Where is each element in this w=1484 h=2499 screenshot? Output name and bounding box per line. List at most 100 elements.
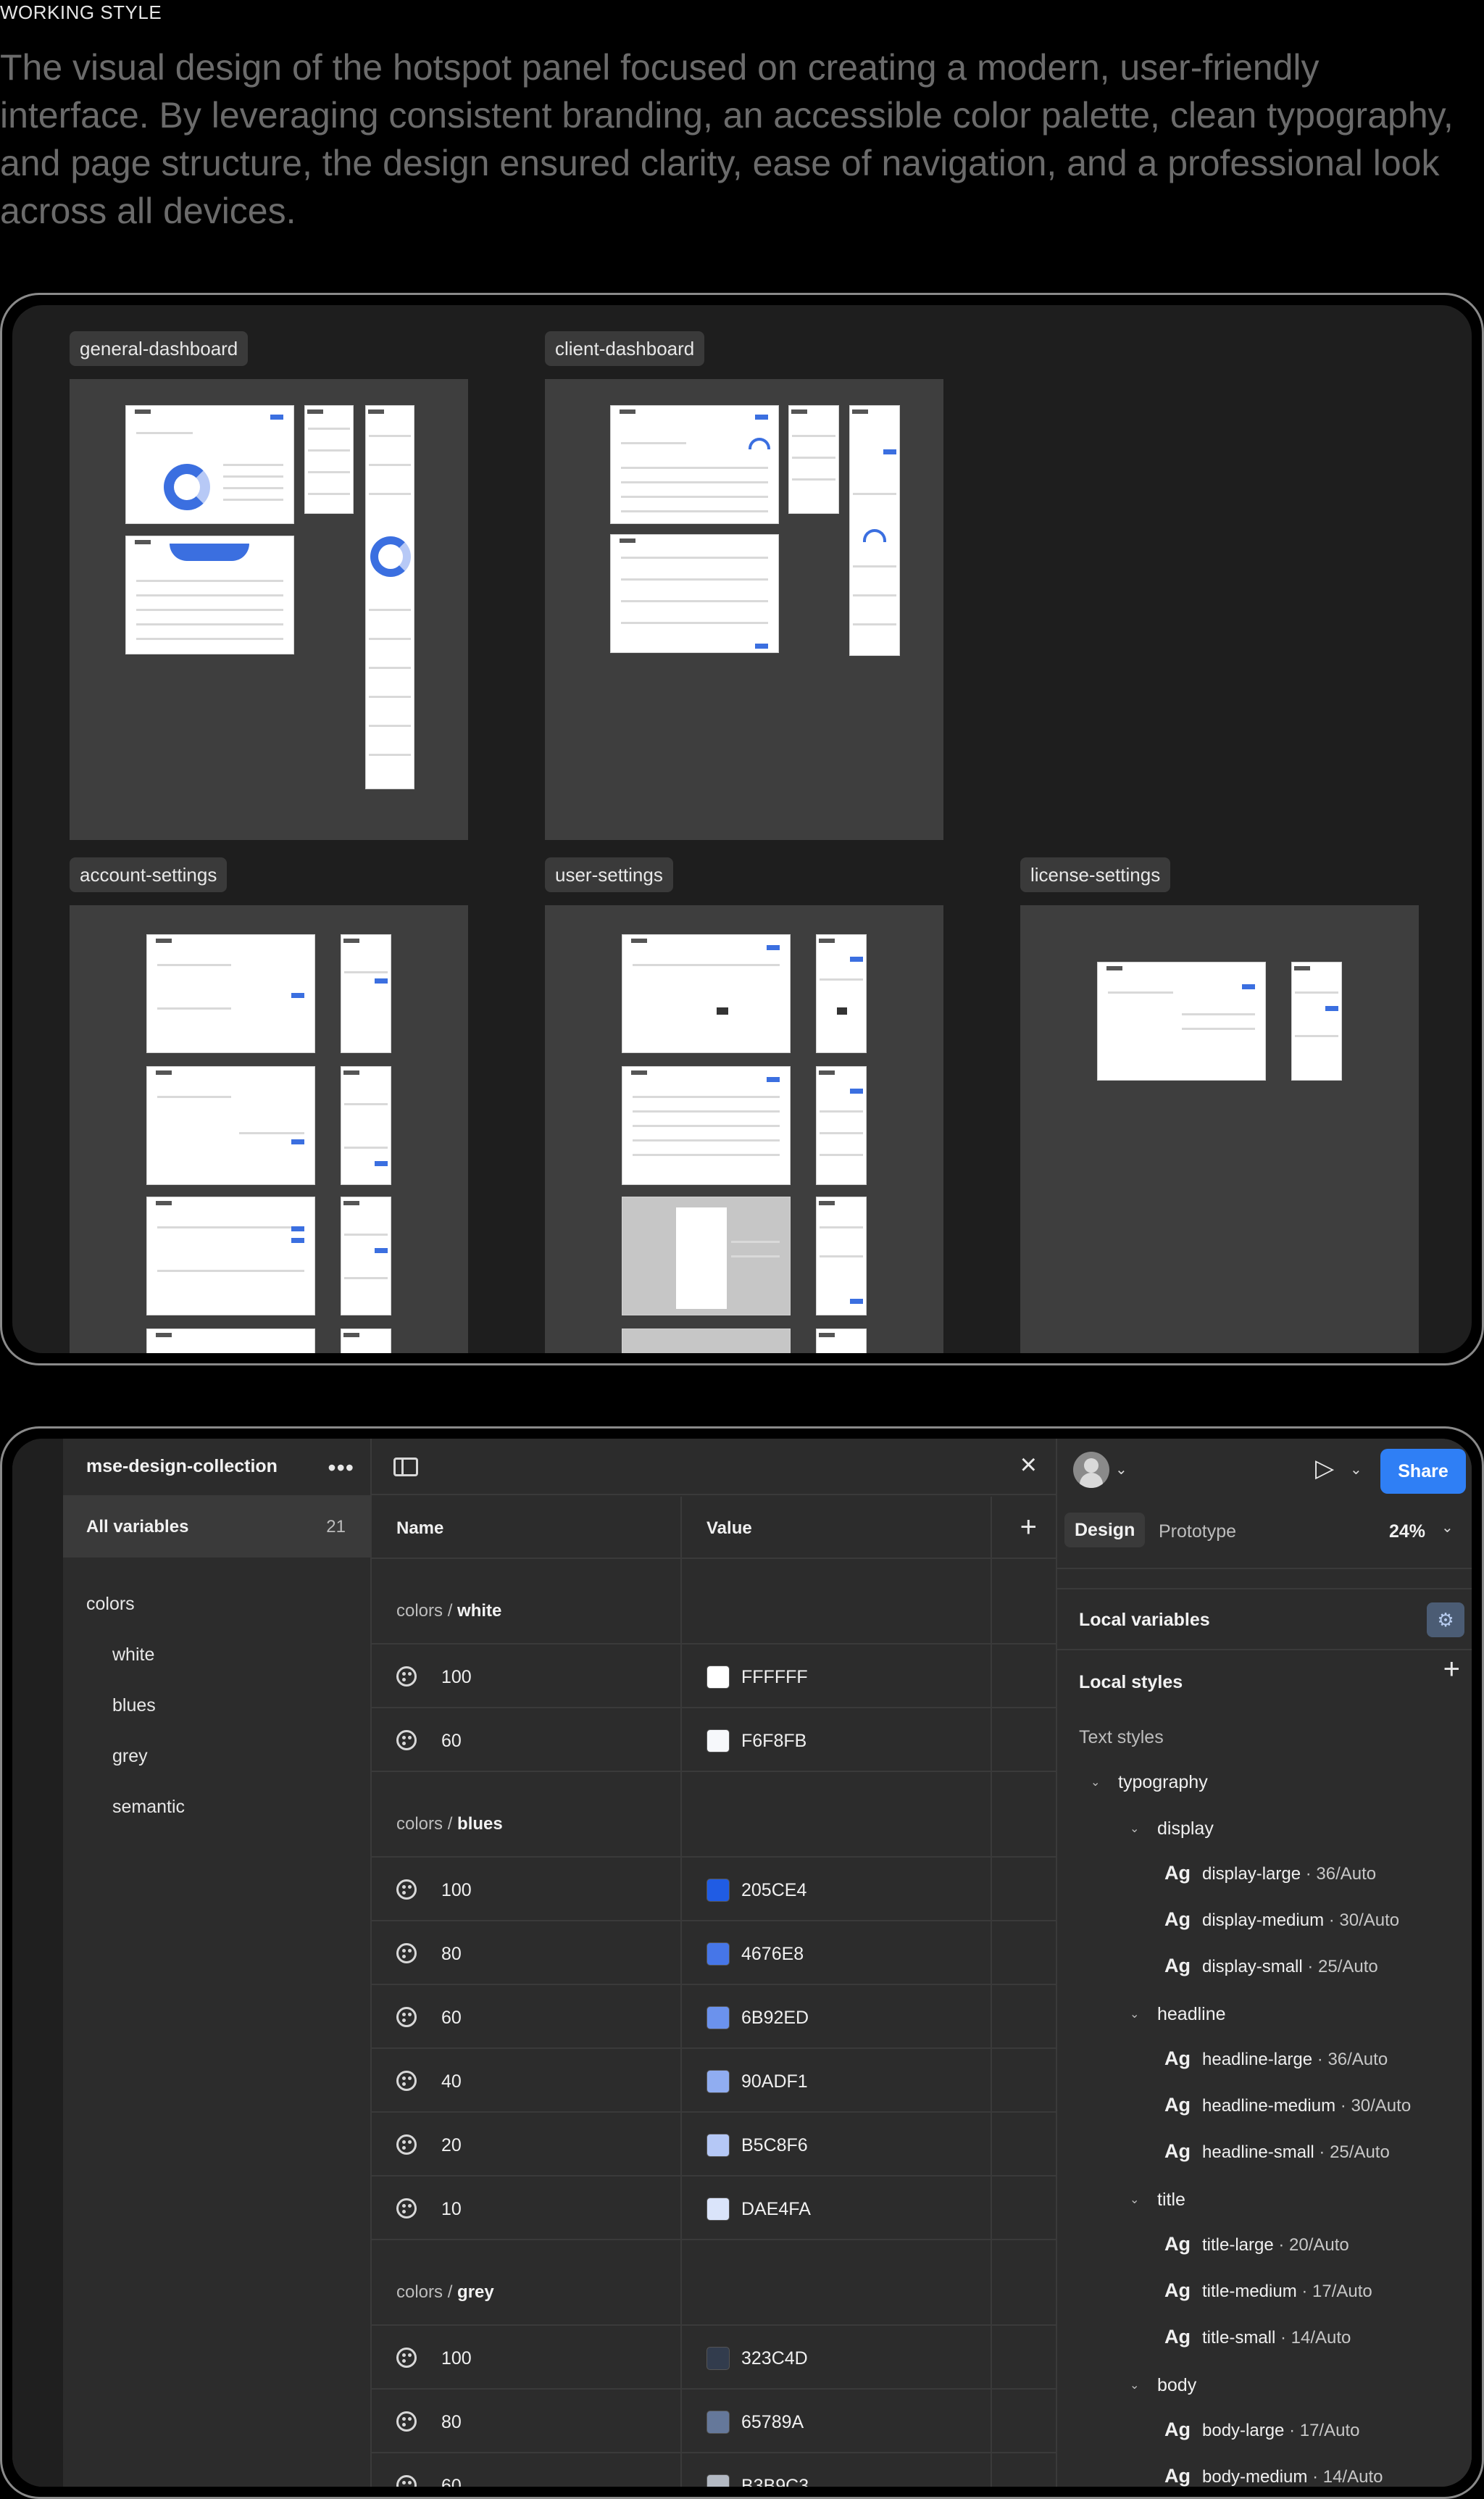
color-swatch[interactable] (706, 2070, 730, 2093)
color-swatch[interactable] (706, 1942, 730, 1966)
color-swatch[interactable] (706, 1879, 730, 1902)
screen-thumbnail[interactable] (622, 934, 791, 1053)
tree-item-blues[interactable]: blues (112, 1695, 156, 1716)
color-swatch[interactable] (706, 2006, 730, 2029)
screen-thumbnail[interactable] (1097, 962, 1266, 1081)
variable-row[interactable]: 60 6B92ED (372, 1985, 1056, 2049)
variable-row[interactable]: 100 205CE4 (372, 1858, 1056, 1921)
section-label-user-settings[interactable]: user-settings (545, 857, 673, 892)
chevron-down-icon[interactable]: ⌄ (1350, 1460, 1362, 1479)
collection-name[interactable]: mse-design-collection (86, 1456, 278, 1477)
text-style-item[interactable]: Ag body-large · 17/Auto (1164, 2419, 1359, 2441)
design-canvas[interactable]: general-dashboard client-dashboard accou… (12, 305, 1472, 1353)
variable-row[interactable]: 10 DAE4FA (372, 2176, 1056, 2240)
variable-name[interactable]: 40 (441, 2071, 462, 2092)
variable-value[interactable]: B3B9C3 (741, 2476, 809, 2487)
variable-value[interactable]: B5C8F6 (741, 2135, 808, 2156)
variable-name[interactable]: 100 (441, 1667, 472, 1688)
variable-value[interactable]: FFFFFF (741, 1667, 808, 1688)
screen-thumbnail[interactable] (816, 934, 867, 1053)
section-label-client-dashboard[interactable]: client-dashboard (545, 331, 705, 366)
section-license-settings[interactable] (1020, 905, 1419, 1353)
screen-thumbnail[interactable] (125, 536, 294, 654)
screen-thumbnail[interactable] (610, 405, 779, 524)
variable-name[interactable]: 80 (441, 2412, 462, 2433)
section-general-dashboard[interactable] (70, 379, 468, 840)
tree-node-style-group[interactable]: ⌄ title (1130, 2190, 1185, 2211)
screen-thumbnail[interactable] (125, 405, 294, 524)
chevron-down-icon[interactable]: ⌄ (1115, 1460, 1127, 1479)
variable-row[interactable]: 80 4676E8 (372, 1921, 1056, 1985)
screen-thumbnail[interactable] (341, 934, 391, 1053)
tree-node-style-group[interactable]: ⌄ headline (1130, 2004, 1226, 2025)
screen-thumbnail[interactable] (849, 405, 900, 656)
variable-value[interactable]: F6F8FB (741, 1731, 806, 1752)
variable-row[interactable]: 40 90ADF1 (372, 2049, 1056, 2113)
color-swatch[interactable] (706, 1729, 730, 1752)
color-swatch[interactable] (706, 2197, 730, 2221)
screen-thumbnail[interactable] (622, 1066, 791, 1185)
text-style-item[interactable]: Ag title-small · 14/Auto (1164, 2326, 1351, 2348)
close-icon[interactable]: × (1020, 1449, 1037, 1481)
variable-name[interactable]: 80 (441, 1944, 462, 1965)
section-user-settings[interactable] (545, 905, 943, 1353)
variable-value[interactable]: 65789A (741, 2412, 804, 2433)
tree-item-semantic[interactable]: semantic (112, 1797, 185, 1818)
add-style-icon[interactable]: + (1443, 1655, 1460, 1684)
add-mode-icon[interactable]: + (1020, 1513, 1037, 1542)
screen-thumbnail[interactable] (610, 534, 779, 653)
tree-node-typography[interactable]: ⌄ typography (1091, 1772, 1208, 1793)
screen-thumbnail[interactable] (622, 1328, 791, 1353)
present-play-icon[interactable]: ▷ (1315, 1456, 1334, 1481)
screen-thumbnail[interactable] (816, 1197, 867, 1315)
variable-row[interactable]: 60 F6F8FB (372, 1708, 1056, 1772)
screen-thumbnail[interactable] (146, 1328, 315, 1353)
variable-name[interactable]: 10 (441, 2199, 462, 2220)
screen-thumbnail[interactable] (816, 1328, 867, 1353)
tree-node-style-group[interactable]: ⌄ display (1130, 1818, 1214, 1839)
open-variables-icon[interactable]: ⚙ (1427, 1602, 1464, 1637)
more-options-icon[interactable]: ••• (328, 1455, 354, 1481)
variable-name[interactable]: 60 (441, 2476, 462, 2487)
section-label-account-settings[interactable]: account-settings (70, 857, 228, 892)
color-swatch[interactable] (706, 2347, 730, 2370)
variable-row[interactable]: 20 B5C8F6 (372, 2113, 1056, 2176)
tab-design[interactable]: Design (1064, 1513, 1146, 1547)
variable-row[interactable]: 80 65789A (372, 2390, 1056, 2453)
tab-prototype[interactable]: Prototype (1159, 1521, 1236, 1542)
tree-item-grey[interactable]: grey (112, 1746, 148, 1767)
color-swatch[interactable] (706, 2474, 730, 2487)
text-style-item[interactable]: Ag headline-small · 25/Auto (1164, 2140, 1390, 2163)
text-style-item[interactable]: Ag title-large · 20/Auto (1164, 2233, 1349, 2255)
color-swatch[interactable] (706, 2411, 730, 2434)
screen-thumbnail[interactable] (146, 1197, 315, 1315)
zoom-level[interactable]: 24% (1389, 1521, 1425, 1542)
variable-row[interactable]: 60 B3B9C3 (372, 2453, 1056, 2487)
section-client-dashboard[interactable] (545, 379, 943, 840)
text-style-item[interactable]: Ag display-medium · 30/Auto (1164, 1908, 1399, 1931)
variable-name[interactable]: 60 (441, 2008, 462, 2029)
text-style-item[interactable]: Ag headline-large · 36/Auto (1164, 2047, 1388, 2070)
screen-thumbnail[interactable] (816, 1066, 867, 1185)
tree-node-style-group[interactable]: ⌄ body (1130, 2375, 1196, 2396)
variable-value[interactable]: 6B92ED (741, 2008, 809, 2029)
text-style-item[interactable]: Ag display-large · 36/Auto (1164, 1862, 1376, 1884)
variable-name[interactable]: 100 (441, 2348, 472, 2369)
avatar[interactable] (1073, 1452, 1109, 1488)
toggle-sidebar-icon[interactable] (393, 1458, 418, 1476)
variable-value[interactable]: DAE4FA (741, 2199, 811, 2220)
screen-thumbnail[interactable] (341, 1066, 391, 1185)
color-swatch[interactable] (706, 2134, 730, 2157)
tree-item-white[interactable]: white (112, 1644, 154, 1666)
screen-thumbnail[interactable] (341, 1328, 391, 1353)
screen-thumbnail[interactable] (788, 405, 839, 514)
variable-name[interactable]: 60 (441, 1731, 462, 1752)
text-style-item[interactable]: Ag display-small · 25/Auto (1164, 1955, 1378, 1977)
screen-thumbnail[interactable] (304, 405, 354, 514)
chevron-down-icon[interactable]: ⌄ (1441, 1518, 1454, 1537)
variable-value[interactable]: 205CE4 (741, 1880, 806, 1901)
all-variables-item[interactable]: All variables 21 (63, 1497, 370, 1558)
screen-thumbnail[interactable] (365, 405, 414, 789)
variable-name[interactable]: 20 (441, 2135, 462, 2156)
variable-value[interactable]: 323C4D (741, 2348, 808, 2369)
